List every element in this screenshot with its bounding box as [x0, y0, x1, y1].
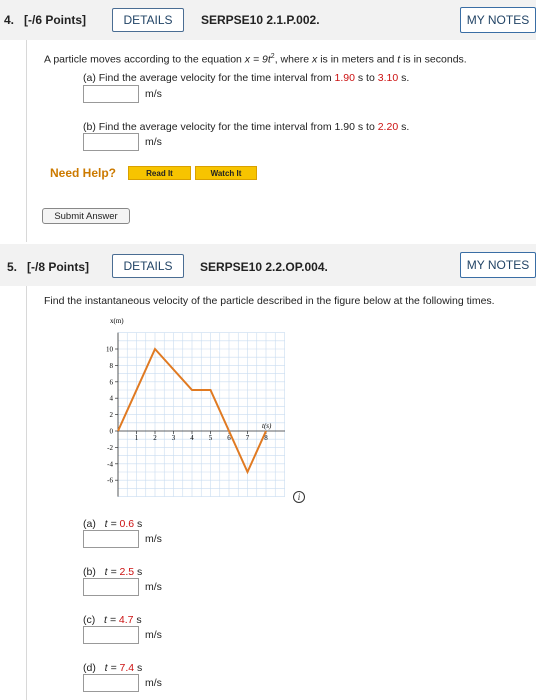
read-it-button[interactable]: Read It [128, 166, 191, 180]
q5-part-c-label: (c) t = 4.7 s [83, 614, 142, 626]
q4-part-b-unit: m/s [145, 136, 162, 148]
y-tick-label: 6 [110, 378, 114, 386]
y-tick-label: 0 [110, 428, 114, 436]
q5-problem-code: SERPSE10 2.2.OP.004. [200, 260, 328, 274]
y-tick-label: 8 [110, 362, 114, 370]
q5-part-d-label: (d) t = 7.4 s [83, 662, 143, 674]
x-tick-label: 5 [209, 434, 213, 442]
q5-prompt: Find the instantaneous velocity of the p… [44, 295, 495, 307]
q5-part-a-label: (a) t = 0.6 s [83, 518, 143, 530]
q4-prompt: A particle moves according to the equati… [44, 53, 467, 66]
q5-part-b-unit: m/s [145, 581, 162, 593]
watch-it-button[interactable]: Watch It [195, 166, 257, 180]
q5-part-d-unit: m/s [145, 677, 162, 689]
y-tick-label: 4 [110, 395, 114, 403]
q4-details-button[interactable]: DETAILS [112, 8, 184, 32]
q4-my-notes-button[interactable]: MY NOTES [460, 7, 536, 33]
x-tick-label: 3 [172, 434, 176, 442]
question-4-points: [-/6 Points] [24, 13, 86, 27]
y-tick-label: 2 [110, 411, 114, 419]
q5-part-b-answer-input[interactable] [83, 578, 139, 596]
question-5-number: 5. [7, 260, 18, 274]
q4-part-b-answer-input[interactable] [83, 133, 139, 151]
y-tick-label: -2 [107, 444, 113, 452]
y-axis-label: x(m) [110, 317, 124, 325]
q5-my-notes-button[interactable]: MY NOTES [460, 252, 536, 278]
position-time-graph: 1086420-2-4-61 2 3 4 5 6 7 8 x(m) t(s) [106, 317, 285, 497]
q4-part-a-answer-input[interactable] [83, 85, 139, 103]
x-tick-label: 7 [246, 434, 250, 442]
submit-answer-button[interactable]: Submit Answer [42, 208, 130, 224]
q5-details-button[interactable]: DETAILS [112, 254, 184, 278]
y-tick-label: 10 [106, 346, 114, 354]
x-tick-label: 2 [153, 434, 157, 442]
q5-part-d-answer-input[interactable] [83, 674, 139, 692]
info-icon[interactable]: i [293, 491, 305, 503]
y-tick-label: -4 [107, 460, 113, 468]
q5-part-c-answer-input[interactable] [83, 626, 139, 644]
x-axis-label: t(s) [262, 422, 272, 430]
q4-problem-code: SERPSE10 2.1.P.002. [201, 13, 320, 27]
graph-grid [117, 332, 285, 497]
q4-part-a-unit: m/s [145, 88, 162, 100]
q4-part-a-text: (a) Find the average velocity for the ti… [83, 72, 410, 84]
question-5-points: [-/8 Points] [27, 260, 89, 274]
x-tick-label: 4 [190, 434, 194, 442]
q4-part-b-text: (b) Find the average velocity for the ti… [83, 121, 410, 133]
need-help-label: Need Help? [50, 166, 117, 180]
q5-part-a-answer-input[interactable] [83, 530, 139, 548]
q5-part-a-unit: m/s [145, 533, 162, 545]
x-tick-label: 1 [135, 434, 139, 442]
question-4-number: 4. [4, 13, 15, 27]
q5-part-c-unit: m/s [145, 629, 162, 641]
y-tick-label: -6 [107, 477, 113, 485]
q5-part-b-label: (b) t = 2.5 s [83, 566, 143, 578]
